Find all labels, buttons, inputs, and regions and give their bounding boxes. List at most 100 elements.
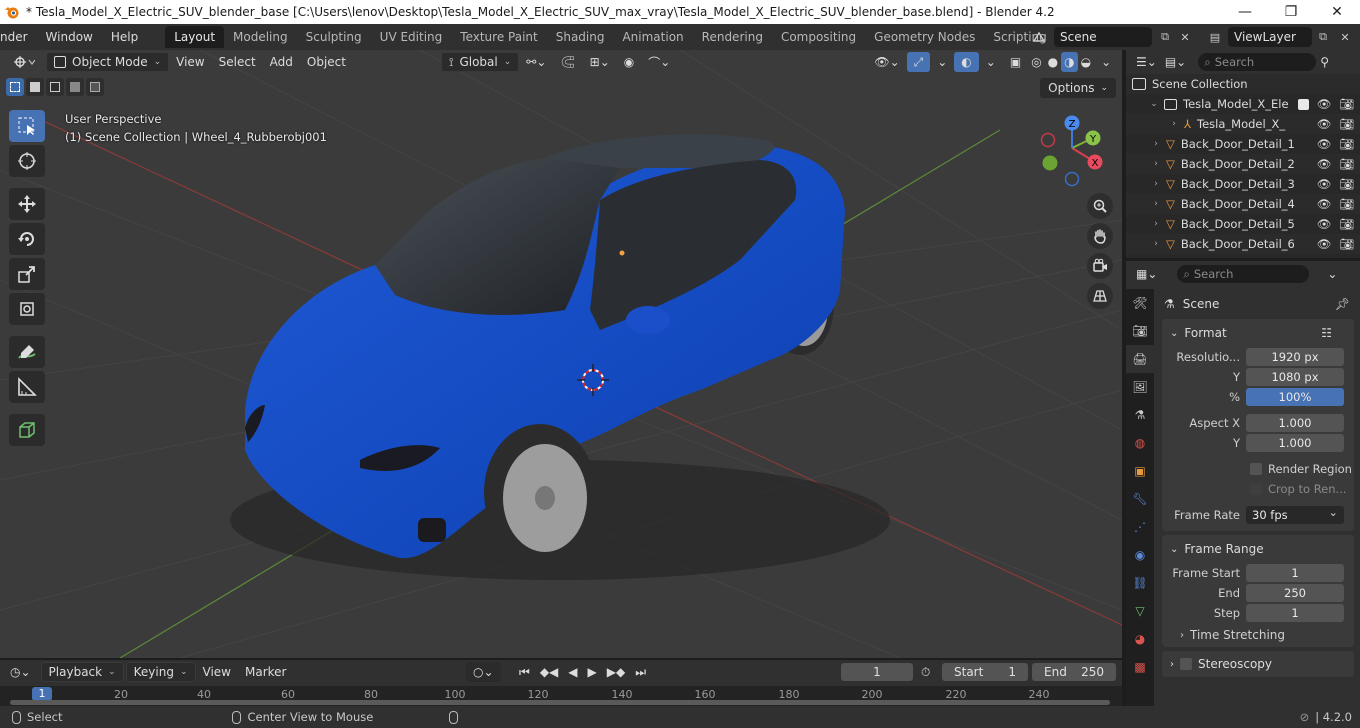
rotate-tool-icon[interactable] bbox=[9, 223, 45, 255]
menu-help[interactable]: Help bbox=[102, 26, 147, 48]
shading-dropdown-icon[interactable]: ⌄ bbox=[1094, 52, 1118, 72]
outliner-row-back-door-detail-3[interactable]: › ▽ Back_Door_Detail_3 👁︎ 📷︎ bbox=[1126, 174, 1360, 194]
wireframe-shading-icon[interactable]: ◎ bbox=[1028, 52, 1044, 72]
outliner-row-scene-collection[interactable]: Scene Collection bbox=[1126, 74, 1360, 94]
proportional-editing-icon[interactable]: ◉ bbox=[617, 52, 641, 72]
play-reverse-icon[interactable]: ◀ bbox=[563, 662, 582, 682]
camera-icon[interactable]: 📷︎ bbox=[1339, 197, 1354, 211]
camera-icon[interactable]: 📷︎ bbox=[1339, 97, 1354, 111]
ortho-grid-icon[interactable] bbox=[1087, 283, 1113, 309]
stereoscopy-checkbox[interactable] bbox=[1180, 658, 1192, 670]
start-frame-field[interactable]: Start 1 bbox=[942, 663, 1028, 681]
presets-icon[interactable]: ☷ bbox=[1321, 326, 1332, 340]
overlays-dropdown-icon[interactable]: ⌄ bbox=[979, 52, 1003, 72]
object-menu[interactable]: Object bbox=[300, 52, 353, 72]
display-mode-icon[interactable]: ▤ ⌄ bbox=[1161, 52, 1190, 72]
delete-scene-icon[interactable]: ✕ bbox=[1176, 28, 1194, 46]
expand-arrow-icon[interactable]: › bbox=[1150, 219, 1162, 229]
eye-icon[interactable]: 👁︎ bbox=[1317, 157, 1332, 171]
frame-start-field[interactable]: 1 bbox=[1246, 564, 1344, 582]
properties-options-icon[interactable]: ⌄ bbox=[1323, 264, 1341, 284]
close-window-button[interactable]: ✕ bbox=[1314, 0, 1360, 24]
texture-tab-icon[interactable]: ▩ bbox=[1126, 653, 1154, 681]
tab-modeling[interactable]: Modeling bbox=[224, 26, 297, 48]
zoom-icon[interactable] bbox=[1087, 193, 1113, 219]
snap-icon[interactable]: 🧲︎ bbox=[553, 52, 582, 72]
expand-arrow-icon[interactable]: › bbox=[1150, 159, 1162, 169]
frame-range-panel-header[interactable]: ⌄ Frame Range bbox=[1162, 535, 1354, 563]
cursor-tool-icon[interactable] bbox=[9, 145, 45, 177]
jump-end-icon[interactable]: ⏭ bbox=[630, 662, 651, 682]
collapse-arrow-icon[interactable]: ⌄ bbox=[1148, 99, 1160, 109]
tool-tab-icon[interactable]: 🛠︎ bbox=[1126, 289, 1154, 317]
camera-icon[interactable]: 📷︎ bbox=[1339, 217, 1354, 231]
outliner-row-back-door-detail-5[interactable]: › ▽ Back_Door_Detail_5 👁︎ 📷︎ bbox=[1126, 214, 1360, 234]
solid-shading-icon[interactable]: ● bbox=[1045, 52, 1061, 72]
gizmo-dropdown-icon[interactable]: ⌄ bbox=[930, 52, 954, 72]
camera-view-icon[interactable] bbox=[1087, 253, 1113, 279]
data-tab-icon[interactable]: ▽ bbox=[1126, 597, 1154, 625]
world-tab-icon[interactable]: ◍ bbox=[1126, 429, 1154, 457]
prev-keyframe-icon[interactable]: ◆◀ bbox=[535, 662, 563, 682]
outliner-row-tesla-collection[interactable]: ⌄ Tesla_Model_X_Ele 👁︎ 📷︎ bbox=[1126, 94, 1360, 114]
marker-menu[interactable]: Marker bbox=[238, 662, 293, 682]
gizmo-toggle-icon[interactable]: ⤢ bbox=[906, 52, 931, 72]
tab-layout[interactable]: Layout bbox=[165, 26, 225, 48]
camera-icon[interactable]: 📷︎ bbox=[1339, 157, 1354, 171]
crop-checkbox[interactable] bbox=[1250, 483, 1262, 495]
outliner-row-back-door-detail-4[interactable]: › ▽ Back_Door_Detail_4 👁︎ 📷︎ bbox=[1126, 194, 1360, 214]
outliner-row-back-door-detail-1[interactable]: › ▽ Back_Door_Detail_1 👁︎ 📷︎ bbox=[1126, 134, 1360, 154]
move-tool-icon[interactable] bbox=[9, 188, 45, 220]
auto-keying-icon[interactable]: ○ ⌄ bbox=[466, 662, 501, 682]
material-shading-icon[interactable]: ◑ bbox=[1061, 52, 1078, 72]
play-icon[interactable]: ▶ bbox=[583, 662, 602, 682]
delete-view-layer-icon[interactable]: ✕ bbox=[1336, 28, 1354, 46]
snap-target-icon[interactable]: ⊞ ⌄ bbox=[583, 52, 617, 72]
view-layer-icon[interactable]: ▤ bbox=[1206, 28, 1224, 46]
playback-menu[interactable]: Playback ⌄ bbox=[40, 662, 124, 682]
options-dropdown[interactable]: Options ⌄ bbox=[1040, 78, 1116, 98]
camera-icon[interactable]: 📷︎ bbox=[1339, 237, 1354, 251]
object-mode-dropdown[interactable]: Object Mode ⌄ bbox=[46, 52, 170, 72]
select-box-tool-icon[interactable] bbox=[9, 110, 45, 142]
tab-texture-paint[interactable]: Texture Paint bbox=[451, 26, 546, 48]
scale-tool-icon[interactable] bbox=[9, 258, 45, 290]
jump-start-icon[interactable]: ⏮ bbox=[514, 662, 535, 682]
object-tab-icon[interactable]: ▣ bbox=[1126, 457, 1154, 485]
orientation-dropdown[interactable]: ⟟ Global ⌄ bbox=[440, 52, 520, 72]
timeline-scrollbar[interactable] bbox=[10, 700, 1110, 705]
new-view-layer-icon[interactable]: ⧉ bbox=[1314, 28, 1332, 46]
pin-icon[interactable]: 📌︎ bbox=[1335, 297, 1350, 311]
select-invert-icon[interactable] bbox=[66, 78, 84, 96]
constraints-tab-icon[interactable]: ⛓︎ bbox=[1126, 569, 1154, 597]
pan-hand-icon[interactable] bbox=[1087, 223, 1113, 249]
select-intersect-icon[interactable] bbox=[86, 78, 104, 96]
scene-selector-icon[interactable] bbox=[1030, 28, 1048, 46]
tab-sculpting[interactable]: Sculpting bbox=[297, 26, 371, 48]
visibility-icon[interactable]: 👁︎ ⌄ bbox=[867, 52, 906, 72]
playhead[interactable]: 1 bbox=[32, 687, 52, 701]
timeline-editor-type-icon[interactable]: ◷ ⌄ bbox=[6, 662, 35, 682]
rendered-shading-icon[interactable]: ◒ bbox=[1078, 52, 1094, 72]
eye-icon[interactable]: 👁︎ bbox=[1317, 137, 1332, 151]
tab-rendering[interactable]: Rendering bbox=[693, 26, 772, 48]
render-region-checkbox[interactable] bbox=[1250, 463, 1262, 475]
end-frame-field[interactable]: End 250 bbox=[1032, 663, 1116, 681]
resolution-x-field[interactable]: 1920 px bbox=[1246, 348, 1344, 366]
particles-tab-icon[interactable]: ⋰ bbox=[1126, 513, 1154, 541]
tab-compositing[interactable]: Compositing bbox=[772, 26, 865, 48]
outliner-editor-type-icon[interactable]: ☰ ⌄ bbox=[1132, 52, 1161, 72]
eye-icon[interactable]: 👁︎ bbox=[1317, 237, 1332, 251]
time-stretching-subpanel[interactable]: › Time Stretching bbox=[1162, 623, 1354, 647]
tab-shading[interactable]: Shading bbox=[547, 26, 614, 48]
tab-geometry-nodes[interactable]: Geometry Nodes bbox=[865, 26, 984, 48]
navigation-gizmo[interactable]: X Y Z bbox=[1030, 110, 1110, 190]
aspect-x-field[interactable]: 1.000 bbox=[1246, 414, 1344, 432]
output-tab-icon[interactable]: 🖨︎ bbox=[1126, 345, 1154, 373]
properties-editor-type-icon[interactable]: ▦ ⌄ bbox=[1132, 264, 1161, 284]
camera-icon[interactable]: 📷︎ bbox=[1339, 117, 1354, 131]
select-menu[interactable]: Select bbox=[212, 52, 263, 72]
view-layer-field[interactable]: ViewLayer bbox=[1228, 27, 1312, 47]
stereoscopy-panel[interactable]: › Stereoscopy bbox=[1162, 651, 1354, 677]
eye-icon[interactable]: 👁︎ bbox=[1317, 97, 1332, 111]
